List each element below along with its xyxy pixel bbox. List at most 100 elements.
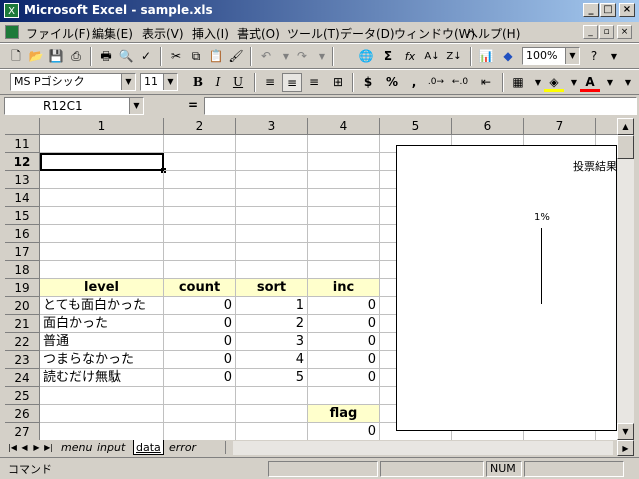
cut-icon[interactable]: ✂ bbox=[166, 47, 186, 66]
font-name-select[interactable]: MS Pゴシック ▼ bbox=[10, 73, 136, 91]
doc-minimize-button[interactable]: _ bbox=[583, 25, 598, 39]
format-painter-icon[interactable]: 🖌 bbox=[226, 47, 246, 66]
menu-edit[interactable]: 編集(E) bbox=[92, 25, 133, 42]
column-header[interactable]: 3 bbox=[236, 118, 308, 135]
spelling-icon[interactable]: ✓ bbox=[136, 47, 156, 66]
cell[interactable] bbox=[40, 387, 164, 405]
cell[interactable] bbox=[236, 171, 308, 189]
cell[interactable] bbox=[236, 189, 308, 207]
decrease-decimal-icon[interactable]: ←.0 bbox=[450, 73, 470, 92]
decrease-indent-icon[interactable]: ⇤ bbox=[476, 73, 496, 92]
maximize-button[interactable]: □ bbox=[600, 3, 616, 17]
cell[interactable] bbox=[40, 423, 164, 440]
column-header[interactable]: 2 bbox=[164, 118, 236, 135]
row-header[interactable]: 13 bbox=[5, 171, 40, 189]
redo-dropdown-icon[interactable]: ▼ bbox=[312, 47, 332, 66]
table-cell-level[interactable]: 読むだけ無駄 bbox=[40, 369, 164, 387]
cell[interactable] bbox=[40, 189, 164, 207]
cell[interactable] bbox=[40, 135, 164, 153]
row-header[interactable]: 14 bbox=[5, 189, 40, 207]
table-header-inc[interactable]: inc bbox=[308, 279, 380, 297]
row-header[interactable]: 24 bbox=[5, 369, 40, 387]
table-header-count[interactable]: count bbox=[164, 279, 236, 297]
row-header[interactable]: 25 bbox=[5, 387, 40, 405]
row-header[interactable]: 15 bbox=[5, 207, 40, 225]
scroll-thumb[interactable] bbox=[617, 135, 634, 159]
cell[interactable] bbox=[236, 405, 308, 423]
row-header[interactable]: 21 bbox=[5, 315, 40, 333]
cell[interactable] bbox=[308, 225, 380, 243]
cell[interactable] bbox=[164, 171, 236, 189]
row-header[interactable]: 12 bbox=[5, 153, 40, 171]
print-icon[interactable]: 🖶 bbox=[96, 47, 116, 66]
borders-icon[interactable]: ▦ bbox=[508, 73, 528, 92]
table-header-level[interactable]: level bbox=[40, 279, 164, 297]
column-header[interactable]: 5 bbox=[380, 118, 452, 135]
font-color-button[interactable]: A bbox=[580, 73, 600, 92]
row-header[interactable]: 26 bbox=[5, 405, 40, 423]
table-cell-sort[interactable]: 3 bbox=[236, 333, 308, 351]
menu-help[interactable]: ヘルプ(H) bbox=[466, 25, 520, 42]
row-header[interactable]: 20 bbox=[5, 297, 40, 315]
vertical-scrollbar[interactable]: ▲ ▼ bbox=[617, 118, 634, 440]
cell[interactable] bbox=[40, 225, 164, 243]
table-cell-sort[interactable]: 2 bbox=[236, 315, 308, 333]
table-cell-count[interactable]: 0 bbox=[164, 315, 236, 333]
menu-file[interactable]: ファイル(F) bbox=[26, 25, 90, 42]
table-cell-count[interactable]: 0 bbox=[164, 351, 236, 369]
row-header[interactable]: 27 bbox=[5, 423, 40, 440]
next-sheet-icon[interactable]: ▶ bbox=[31, 441, 42, 454]
autosum-icon[interactable]: Σ bbox=[378, 47, 398, 66]
menu-format[interactable]: 書式(O) bbox=[237, 25, 280, 42]
table-cell-level[interactable]: 普通 bbox=[40, 333, 164, 351]
cell[interactable] bbox=[308, 243, 380, 261]
doc-close-button[interactable]: × bbox=[617, 25, 632, 39]
first-sheet-icon[interactable]: |◀ bbox=[7, 441, 18, 454]
table-cell-level[interactable]: つまらなかった bbox=[40, 351, 164, 369]
copy-icon[interactable]: ⧉ bbox=[186, 47, 206, 66]
cell[interactable] bbox=[236, 423, 308, 440]
table-cell-count[interactable]: 0 bbox=[164, 369, 236, 387]
open-icon[interactable]: 📂 bbox=[26, 47, 46, 66]
cell[interactable] bbox=[164, 207, 236, 225]
increase-decimal-icon[interactable]: .0→ bbox=[426, 73, 446, 92]
redo-icon[interactable]: ↷ bbox=[292, 47, 312, 66]
table-cell-level[interactable]: 面白かった bbox=[40, 315, 164, 333]
chevron-down-icon[interactable]: ▼ bbox=[600, 73, 620, 92]
table-cell-inc[interactable]: 0 bbox=[308, 315, 380, 333]
cell[interactable] bbox=[308, 387, 380, 405]
active-cell[interactable] bbox=[40, 153, 166, 173]
column-header[interactable]: 1 bbox=[40, 118, 164, 135]
percent-button[interactable]: % bbox=[382, 73, 402, 92]
scroll-right-icon[interactable]: ▶ bbox=[617, 440, 634, 456]
cell[interactable] bbox=[40, 405, 164, 423]
cell[interactable] bbox=[40, 207, 164, 225]
comma-button[interactable]: , bbox=[404, 73, 424, 92]
underline-button[interactable]: U bbox=[228, 73, 248, 92]
cell[interactable] bbox=[236, 153, 308, 171]
menu-insert[interactable]: 挿入(I) bbox=[192, 25, 229, 42]
table-cell-inc[interactable]: 0 bbox=[308, 369, 380, 387]
cell[interactable] bbox=[236, 243, 308, 261]
new-icon[interactable]: 🗋 bbox=[6, 47, 26, 66]
save-icon[interactable]: 💾 bbox=[46, 47, 66, 66]
table-header-sort[interactable]: sort bbox=[236, 279, 308, 297]
function-icon[interactable]: fx bbox=[400, 47, 420, 66]
cell[interactable] bbox=[308, 135, 380, 153]
table-cell-count[interactable]: 0 bbox=[164, 333, 236, 351]
cell[interactable] bbox=[236, 135, 308, 153]
column-header[interactable]: 4 bbox=[308, 118, 380, 135]
cell[interactable] bbox=[164, 405, 236, 423]
cell[interactable] bbox=[308, 171, 380, 189]
scroll-down-icon[interactable]: ▼ bbox=[617, 423, 634, 440]
cell[interactable] bbox=[236, 207, 308, 225]
row-header[interactable]: 17 bbox=[5, 243, 40, 261]
cell[interactable] bbox=[236, 261, 308, 279]
print-preview-icon[interactable]: 🔍 bbox=[116, 47, 136, 66]
cell[interactable] bbox=[164, 225, 236, 243]
excel-app-icon[interactable]: X bbox=[4, 3, 19, 18]
menu-window[interactable]: ウィンドウ(W) bbox=[394, 25, 475, 42]
cell[interactable] bbox=[164, 423, 236, 440]
column-header[interactable]: 6 bbox=[452, 118, 524, 135]
cell[interactable] bbox=[308, 153, 380, 171]
